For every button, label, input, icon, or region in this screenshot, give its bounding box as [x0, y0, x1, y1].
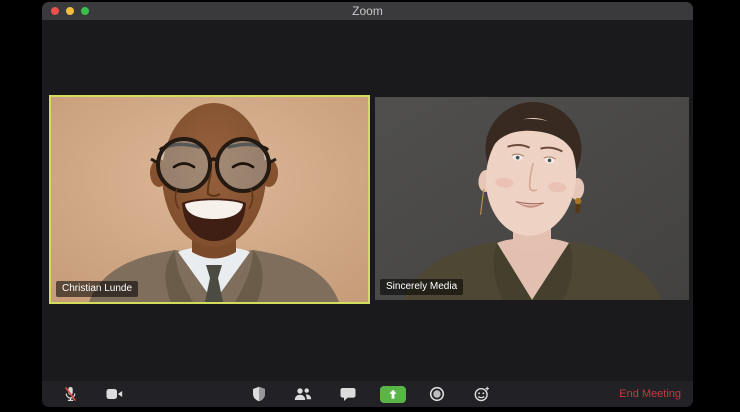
participant-name-tag: Christian Lunde — [56, 281, 139, 297]
participant-name-tag: Sincerely Media — [380, 279, 464, 295]
desktop-background: Zoom Christian Lunde Sincerely Media End… — [0, 0, 740, 412]
record-button[interactable] — [422, 381, 452, 407]
chat-icon — [340, 387, 356, 401]
participant-video-christian-lunde — [51, 97, 368, 302]
security-button[interactable] — [244, 381, 274, 407]
window-titlebar[interactable]: Zoom — [42, 2, 693, 21]
chat-button[interactable] — [333, 381, 363, 407]
video-tile-christian-lunde[interactable]: Christian Lunde — [49, 95, 370, 304]
video-camera-icon — [106, 389, 122, 399]
participant-name: Christian Lunde — [62, 283, 133, 294]
end-meeting-button[interactable]: End Meeting — [619, 381, 681, 407]
reactions-button[interactable] — [467, 381, 497, 407]
record-icon — [429, 386, 445, 402]
microphone-muted-icon — [64, 386, 76, 402]
reactions-icon — [474, 386, 489, 402]
video-tile-sincerely-media[interactable]: Sincerely Media — [375, 97, 689, 300]
participants-icon — [294, 388, 312, 400]
video-stage: Christian Lunde Sincerely Media — [42, 20, 693, 381]
share-screen-button[interactable] — [378, 381, 408, 407]
zoom-window: Zoom Christian Lunde Sincerely Media End… — [42, 2, 693, 407]
participant-name: Sincerely Media — [386, 281, 458, 292]
mute-button[interactable] — [55, 381, 85, 407]
share-screen-icon — [389, 389, 397, 399]
start-video-button[interactable] — [99, 381, 129, 407]
security-shield-icon — [253, 386, 265, 402]
participants-button[interactable] — [288, 381, 318, 407]
meeting-toolbar: End Meeting — [42, 381, 693, 407]
window-title: Zoom — [352, 4, 383, 18]
participant-video-sincerely-media — [375, 97, 689, 300]
share-screen-pill — [380, 385, 406, 403]
